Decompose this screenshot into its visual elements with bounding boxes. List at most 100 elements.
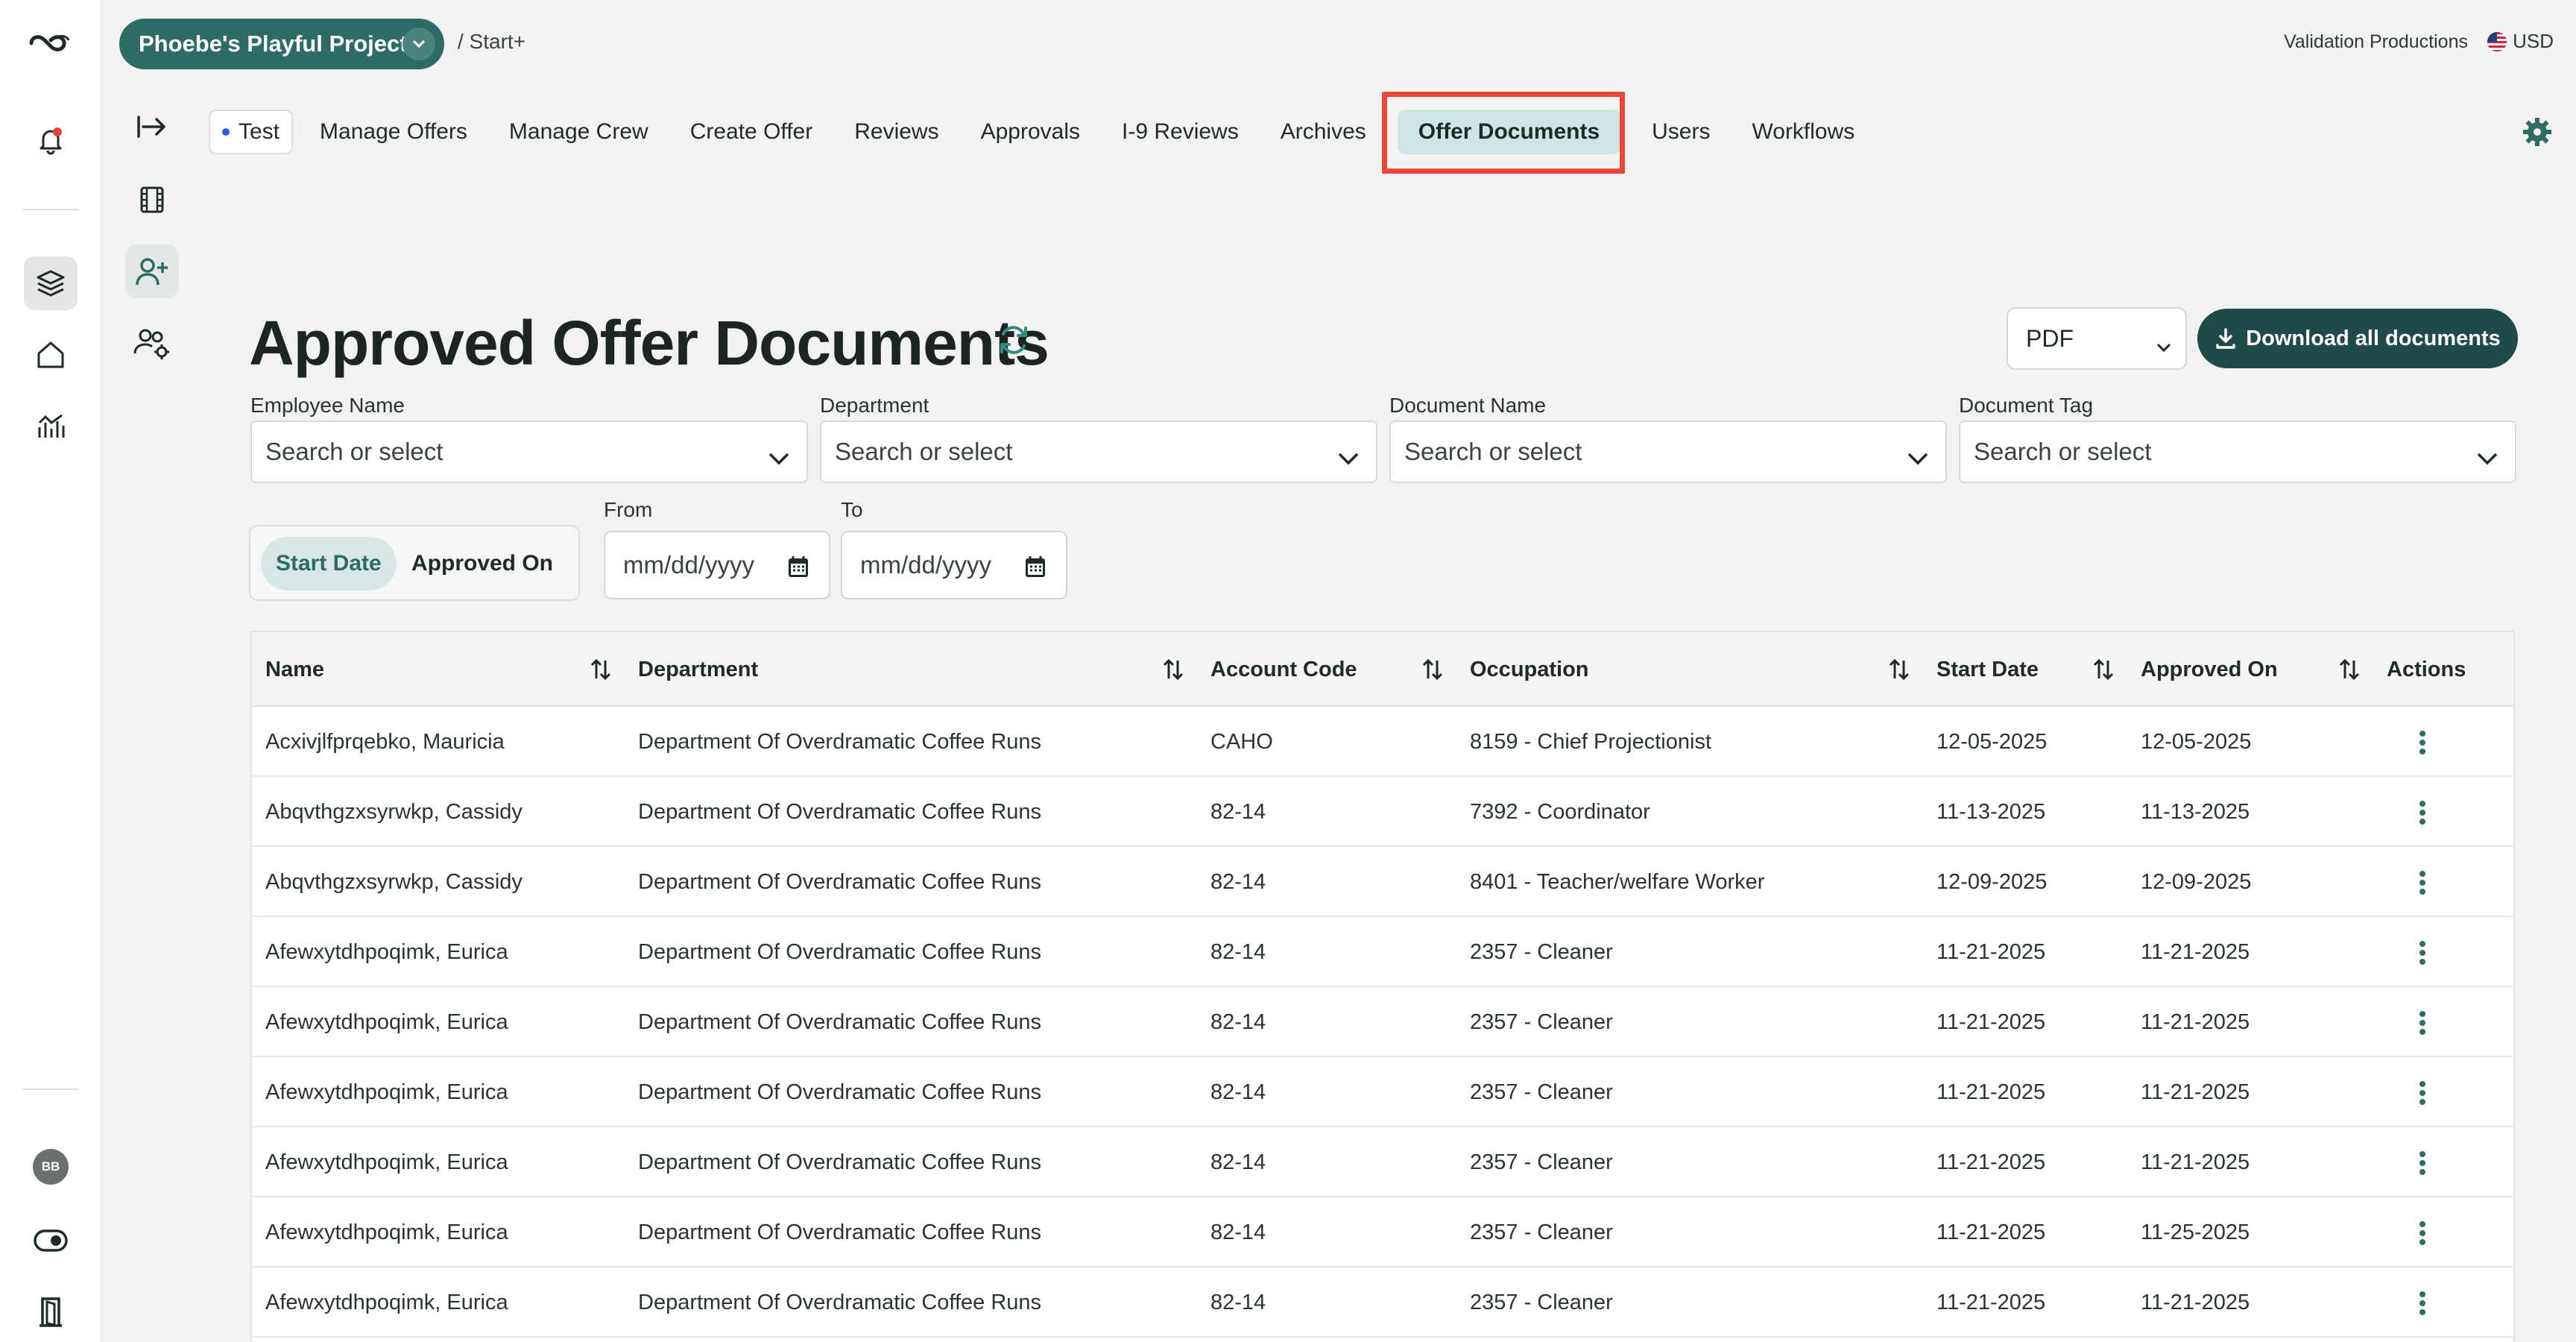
cell-department: Department Of Overdramatic Coffee Runs <box>638 1220 1042 1244</box>
more-actions-icon[interactable] <box>2408 1148 2437 1178</box>
more-actions-icon[interactable] <box>2408 728 2437 757</box>
cell-approved-on: 11-21-2025 <box>2141 1009 2250 1034</box>
tab-i9-reviews[interactable]: I-9 Reviews <box>1101 110 1260 154</box>
to-label: To <box>841 498 863 521</box>
chevron-down-icon <box>2156 331 2172 359</box>
to-date-input[interactable]: mm/dd/yyyy <box>841 531 1067 599</box>
company-name[interactable]: Validation Productions <box>2284 31 2468 53</box>
calendar-icon[interactable] <box>1024 555 1046 585</box>
tag-select-placeholder: Search or select <box>1974 438 2152 465</box>
layers-icon[interactable] <box>24 256 78 310</box>
home-icon[interactable] <box>24 328 78 382</box>
download-all-button[interactable]: Download all documents <box>2197 309 2518 368</box>
cell-start-date: 11-21-2025 <box>1936 1150 2046 1174</box>
from-label: From <box>604 498 653 521</box>
cell-department: Department Of Overdramatic Coffee Runs <box>638 799 1042 824</box>
column-header-approved-on[interactable]: Approved On <box>2141 632 2278 707</box>
tab-reviews[interactable]: Reviews <box>833 110 959 154</box>
table-row[interactable]: Abqvthgzxsyrwkp, Cassidy Department Of Ov… <box>252 777 2513 847</box>
tab-manage-crew[interactable]: Manage Crew <box>488 110 669 154</box>
more-actions-icon[interactable] <box>2408 1288 2437 1318</box>
cell-occupation: 2357 - Cleaner <box>1470 1009 1613 1034</box>
table-row[interactable]: Afewxytdhpoqimk, Eurica Department Of Ove… <box>252 1197 2513 1267</box>
column-header-name[interactable]: Name <box>265 632 324 707</box>
table-row[interactable]: Afewxytdhpoqimk, Eurica Department Of Ove… <box>252 1057 2513 1127</box>
document-tag-select[interactable]: Search or select <box>1959 420 2516 483</box>
column-header-occupation[interactable]: Occupation <box>1470 632 1589 707</box>
tab-manage-offers[interactable]: Manage Offers <box>299 110 488 154</box>
column-header-account-code[interactable]: Account Code <box>1210 632 1357 707</box>
toggle-start-date[interactable]: Start Date <box>261 537 397 590</box>
sort-icon[interactable] <box>2093 658 2114 685</box>
breadcrumb[interactable]: / Start+ <box>458 30 525 54</box>
more-actions-icon[interactable] <box>2408 1078 2437 1108</box>
table-row[interactable]: Acxivjlfprqebko, Mauricia Department Of O… <box>252 707 2513 777</box>
sort-icon[interactable] <box>1422 658 1443 685</box>
team-settings-icon[interactable] <box>125 316 179 370</box>
cell-department: Department Of Overdramatic Coffee Runs <box>638 1080 1042 1104</box>
more-actions-icon[interactable] <box>2408 868 2437 898</box>
cell-name: Abqvthgzxsyrwkp, Cassidy <box>265 869 523 894</box>
tab-test[interactable]: Test <box>209 110 294 154</box>
calendar-icon[interactable] <box>787 555 809 585</box>
employee-select[interactable]: Search or select <box>250 420 808 483</box>
tab-workflows[interactable]: Workflows <box>1731 110 1875 154</box>
logout-door-icon[interactable] <box>24 1285 78 1339</box>
more-actions-icon[interactable] <box>2408 1008 2437 1038</box>
sort-icon[interactable] <box>1889 658 1910 685</box>
cell-department: Department Of Overdramatic Coffee Runs <box>638 869 1042 894</box>
more-actions-icon[interactable] <box>2408 798 2437 828</box>
analytics-icon[interactable] <box>24 400 78 453</box>
add-user-icon[interactable] <box>125 245 179 298</box>
table-row[interactable]: Abqvthgzxsyrwkp, Cassidy Department Of Ov… <box>252 847 2513 917</box>
project-selector[interactable]: Phoebe's Playful Project <box>119 19 444 69</box>
cell-name: Acxivjlfprqebko, Mauricia <box>265 729 505 754</box>
cell-approved-on: 11-21-2025 <box>2141 1080 2250 1104</box>
more-actions-icon[interactable] <box>2408 1218 2437 1248</box>
cell-account-code: 82-14 <box>1210 1150 1266 1174</box>
more-actions-icon[interactable] <box>2408 938 2437 968</box>
tab-archives[interactable]: Archives <box>1260 110 1387 154</box>
tab-create-offer[interactable]: Create Offer <box>669 110 834 154</box>
gear-icon[interactable] <box>2521 116 2554 152</box>
cell-start-date: 11-21-2025 <box>1936 1220 2046 1244</box>
tab-label: Test <box>239 119 280 144</box>
tab-offer-documents[interactable]: Offer Documents <box>1397 110 1621 154</box>
cell-department: Department Of Overdramatic Coffee Runs <box>638 939 1042 964</box>
notification-bell-icon[interactable] <box>24 113 78 167</box>
sort-icon[interactable] <box>1163 658 1184 685</box>
column-header-start-date[interactable]: Start Date <box>1936 632 2039 707</box>
document-name-select[interactable]: Search or select <box>1389 420 1947 483</box>
format-select[interactable]: PDF <box>2007 307 2187 370</box>
cell-name: Afewxytdhpoqimk, Eurica <box>265 1220 508 1244</box>
cell-approved-on: 11-21-2025 <box>2141 1150 2250 1174</box>
collapse-sidebar-icon[interactable] <box>125 100 179 154</box>
column-header-department[interactable]: Department <box>638 632 758 707</box>
table-row[interactable]: Afewxytdhpoqimk, Eurica Department Of Ove… <box>252 1127 2513 1197</box>
table-row[interactable]: Afewxytdhpoqimk, Eurica Department Of Ove… <box>252 987 2513 1057</box>
film-icon[interactable] <box>125 173 179 227</box>
sort-icon[interactable] <box>590 658 611 685</box>
cell-occupation: 2357 - Cleaner <box>1470 939 1613 964</box>
theme-toggle-icon[interactable] <box>24 1214 78 1267</box>
cell-approved-on: 11-21-2025 <box>2141 939 2250 964</box>
cell-occupation: 8159 - Chief Projectionist <box>1470 729 1711 754</box>
cell-account-code: 82-14 <box>1210 1009 1266 1034</box>
cell-account-code: 82-14 <box>1210 939 1266 964</box>
currency-selector[interactable]: USD <box>2487 30 2554 53</box>
toggle-approved-on[interactable]: Approved On <box>397 537 568 590</box>
cell-account-code: 82-14 <box>1210 1080 1266 1104</box>
left-rail: BB <box>0 0 101 1342</box>
refresh-icon[interactable] <box>996 322 1032 362</box>
tab-approvals[interactable]: Approvals <box>960 110 1101 154</box>
table-row[interactable]: Afewxytdhpoqimk, Eurica Department Of Ove… <box>252 1267 2513 1338</box>
app-logo-icon[interactable] <box>24 16 78 70</box>
cell-name: Afewxytdhpoqimk, Eurica <box>265 1150 508 1174</box>
sort-icon[interactable] <box>2339 658 2360 685</box>
table-row[interactable]: Afewxytdhpoqimk, Eurica Department Of Ove… <box>252 917 2513 987</box>
cell-account-code: 82-14 <box>1210 1290 1266 1314</box>
avatar[interactable]: BB <box>33 1149 69 1185</box>
from-date-input[interactable]: mm/dd/yyyy <box>604 531 830 599</box>
tab-users[interactable]: Users <box>1631 110 1731 154</box>
department-select[interactable]: Search or select <box>820 420 1377 483</box>
